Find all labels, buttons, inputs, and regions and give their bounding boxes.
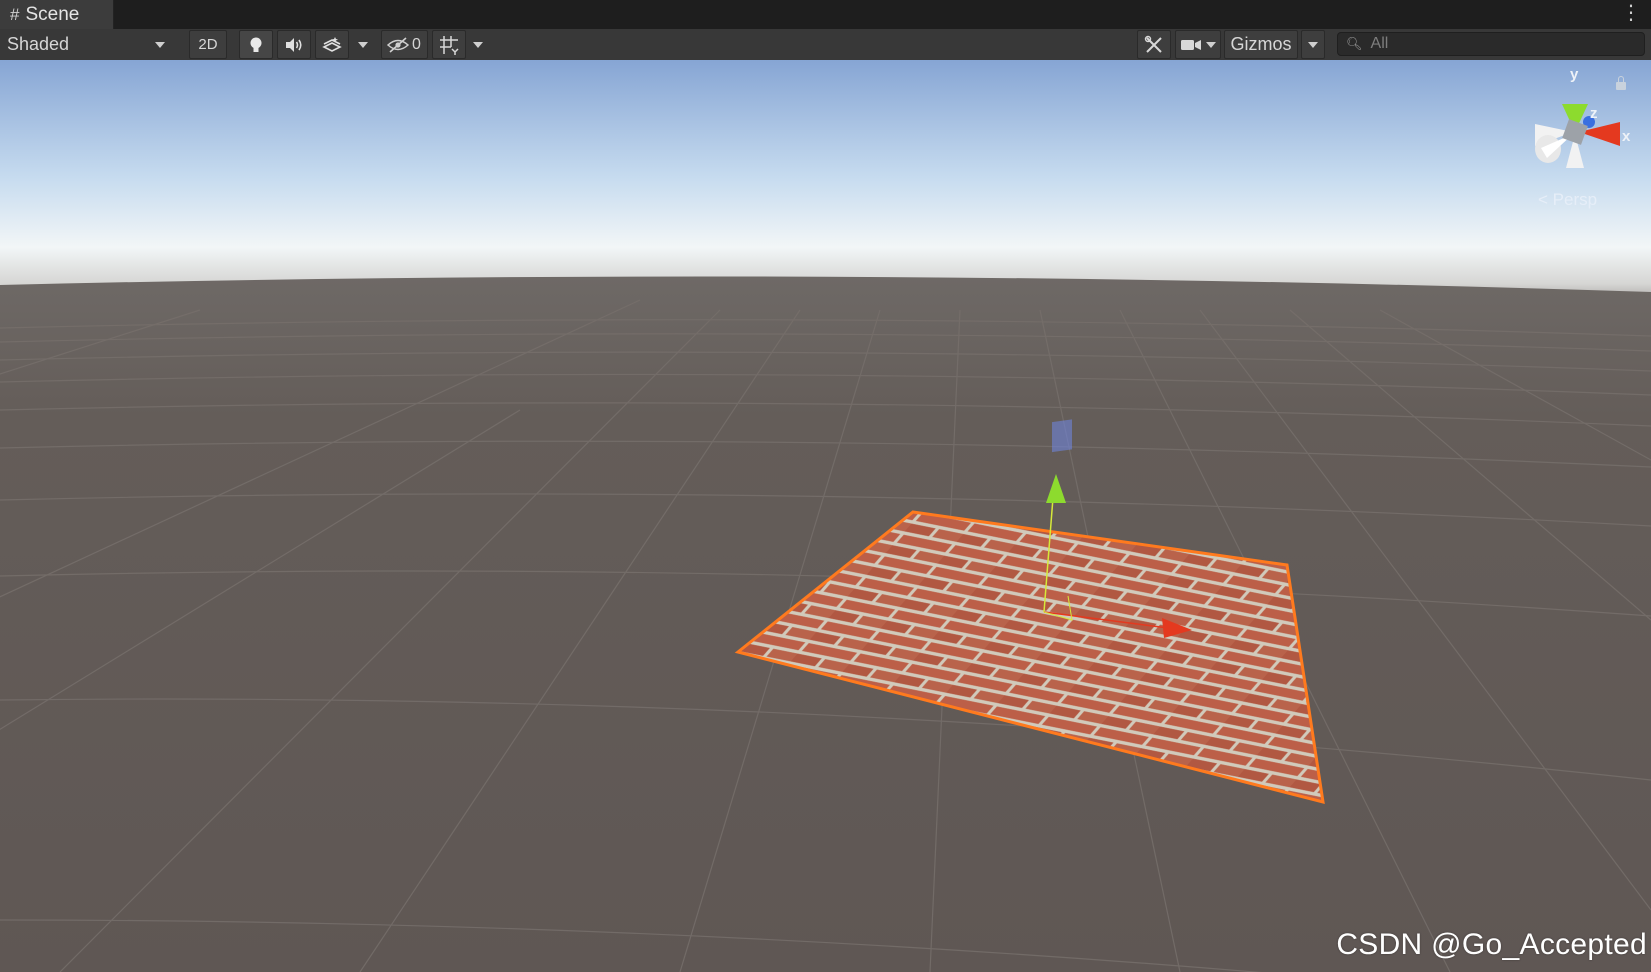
- gizmos-dropdown[interactable]: [1301, 30, 1325, 59]
- audio-icon: [286, 37, 302, 52]
- chevron-down-icon: [358, 41, 368, 48]
- scene-canvas[interactable]: [0, 60, 1651, 972]
- tab-scene[interactable]: # Scene: [0, 0, 114, 29]
- tools-button[interactable]: [1137, 30, 1171, 59]
- lock-icon[interactable]: [1616, 76, 1626, 90]
- tab-label: Scene: [25, 3, 80, 25]
- perspective-icon: <: [1538, 190, 1548, 209]
- grid-snap-icon: [440, 35, 459, 55]
- grid-dropdown[interactable]: [467, 30, 489, 59]
- effects-icon: [322, 36, 342, 52]
- chevron-down-icon: [155, 41, 165, 48]
- lighting-icon: [250, 37, 262, 52]
- camera-icon: [1181, 39, 1201, 50]
- chevron-down-icon: [1308, 41, 1318, 48]
- chevron-down-icon: [473, 41, 483, 48]
- watermark: CSDN @Go_Accepted: [1336, 928, 1647, 961]
- scene-toolbar: Shaded 2D 0 Gizmos 🔍︎ All: [0, 29, 1651, 61]
- scene-viewport[interactable]: y z x < Persp: [0, 60, 1651, 972]
- effects-dropdown[interactable]: [352, 30, 374, 59]
- gizmos-button[interactable]: Gizmos: [1224, 30, 1298, 59]
- search-placeholder: All: [1370, 35, 1389, 52]
- camera-settings-button[interactable]: [1175, 30, 1221, 59]
- axis-label-z: z: [1590, 105, 1598, 122]
- lighting-toggle-button[interactable]: [239, 30, 273, 59]
- search-icon: 🔍︎: [1346, 36, 1363, 51]
- scene-search-input[interactable]: 🔍︎ All: [1337, 32, 1645, 56]
- hidden-count: 0: [412, 35, 421, 53]
- chevron-down-icon: [1206, 41, 1216, 48]
- visibility-icon: [387, 36, 409, 53]
- projection-label: Persp: [1552, 190, 1598, 209]
- scene-visibility-button[interactable]: 0: [381, 30, 428, 59]
- projection-toggle[interactable]: < Persp: [1538, 190, 1597, 210]
- axis-label-x: x: [1622, 128, 1631, 145]
- tools-icon: [1144, 35, 1162, 53]
- hash-grid-icon: #: [10, 4, 20, 24]
- audio-toggle-button[interactable]: [277, 30, 311, 59]
- draw-mode-label: Shaded: [7, 34, 70, 54]
- kebab-menu-icon[interactable]: ⋮: [1621, 3, 1641, 23]
- effects-toggle-button[interactable]: [315, 30, 349, 59]
- axis-label-y: y: [1570, 66, 1579, 83]
- grid-snap-button[interactable]: [432, 30, 466, 59]
- gizmo-plane-handle[interactable]: [1052, 419, 1072, 453]
- tab-bar: # Scene ⋮: [0, 0, 1651, 30]
- draw-mode-dropdown[interactable]: Shaded: [2, 30, 176, 59]
- gizmos-label: Gizmos: [1230, 34, 1292, 54]
- toggle-2d-button[interactable]: 2D: [189, 30, 227, 59]
- toggle-2d-label: 2D: [198, 36, 218, 53]
